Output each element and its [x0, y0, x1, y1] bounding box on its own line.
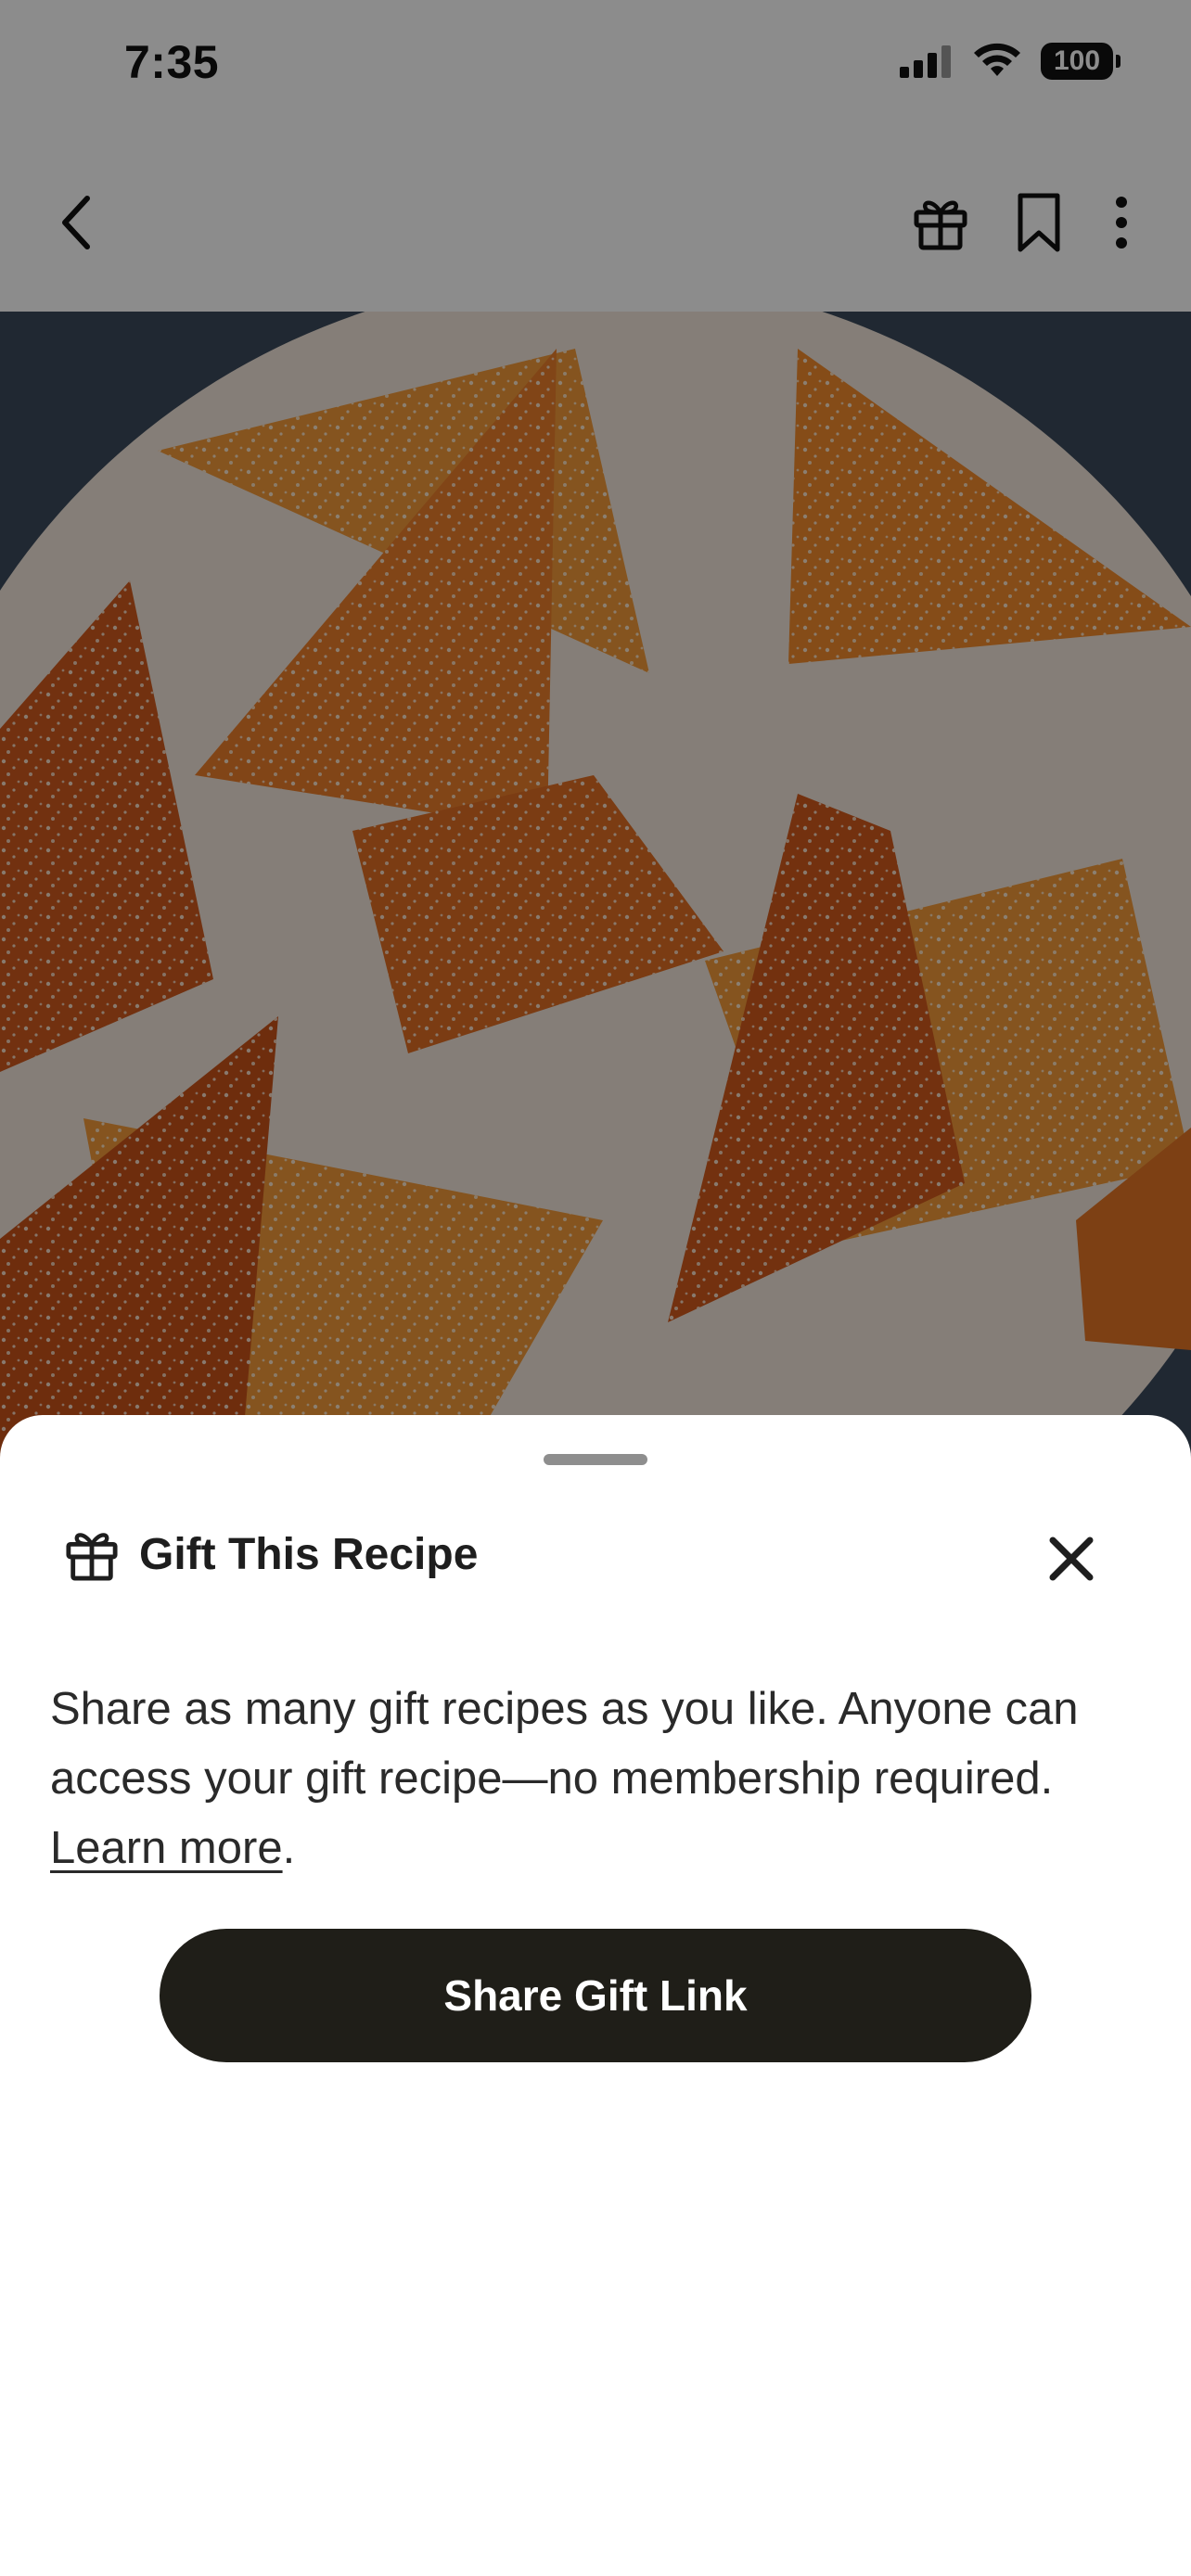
top-bar: 7:35 100: [0, 0, 1191, 312]
status-icons: 100: [898, 43, 1121, 80]
share-gift-link-label: Share Gift Link: [443, 1971, 748, 2020]
bookmark-icon: [1018, 193, 1060, 252]
battery-level: 100: [1053, 45, 1101, 76]
cellular-signal-icon: [900, 45, 951, 78]
close-icon: [1049, 1537, 1094, 1581]
sheet-header: Gift This Recipe: [65, 1526, 478, 1582]
bookmark-button[interactable]: [1009, 185, 1069, 260]
battery-icon: 100: [1041, 43, 1121, 80]
more-button[interactable]: [1108, 185, 1135, 260]
gift-recipe-sheet: Gift This Recipe Share as many gift reci…: [0, 1415, 1191, 2576]
gift-icon: [914, 200, 967, 250]
screen: 7:35 100 Gift This Recipe Share as many …: [0, 0, 1191, 2576]
description-text: Share as many gift recipes as you like. …: [50, 1684, 1079, 1804]
wifi-icon: [974, 43, 1020, 76]
recipe-hero-image: [0, 312, 1191, 1461]
description-period: .: [282, 1823, 296, 1873]
back-button[interactable]: [48, 185, 104, 260]
back-chevron-icon: [62, 196, 90, 249]
sheet-title: Gift This Recipe: [139, 1529, 479, 1579]
share-gift-link-button[interactable]: Share Gift Link: [160, 1929, 1031, 2062]
gift-button[interactable]: [911, 185, 970, 260]
hero-illustration: [0, 312, 1191, 1461]
close-button[interactable]: [1039, 1526, 1104, 1591]
nav-actions: [911, 185, 1135, 260]
status-time: 7:35: [124, 36, 220, 88]
learn-more-link[interactable]: Learn more: [50, 1823, 283, 1873]
gift-icon: [66, 1533, 118, 1581]
sheet-grabber[interactable]: [544, 1454, 647, 1465]
more-vertical-icon: [1116, 197, 1127, 249]
sheet-description: Share as many gift recipes as you like. …: [50, 1675, 1126, 1883]
